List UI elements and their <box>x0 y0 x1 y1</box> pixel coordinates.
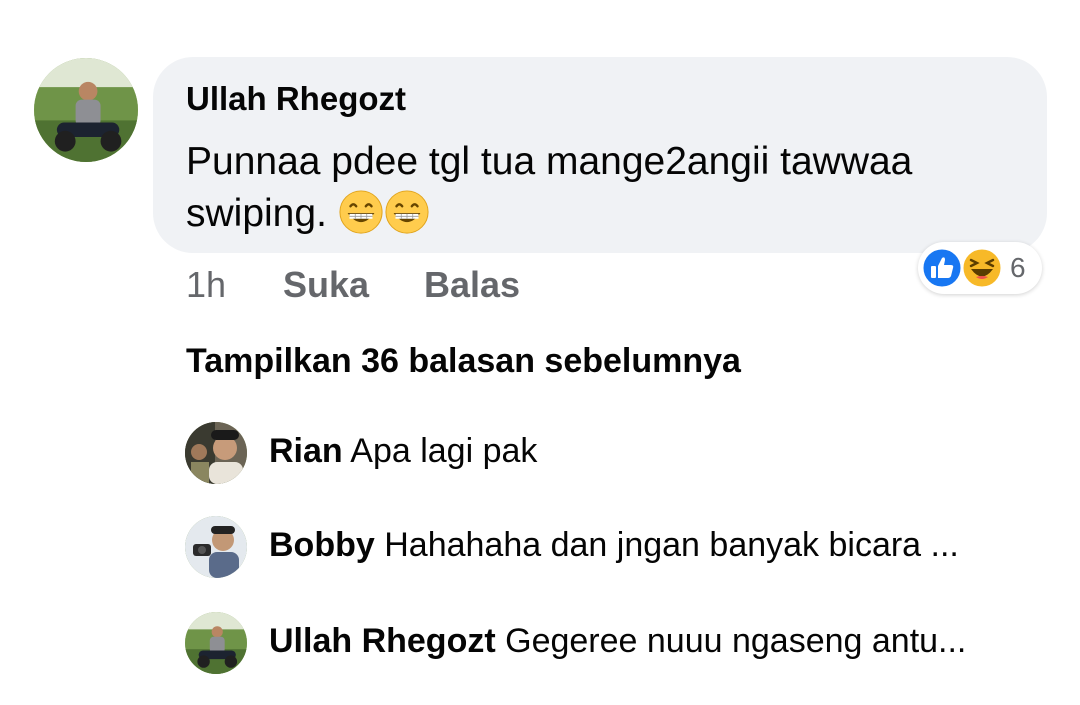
reply-text: Gegeree nuuu ngaseng antu... <box>505 622 967 660</box>
comment-time[interactable]: 1h <box>186 264 226 306</box>
haha-icon <box>960 246 1004 290</box>
reply-author[interactable]: Bobby <box>269 526 375 564</box>
reply-content: Bobby Hahahaha dan jngan banyak bicara .… <box>269 526 959 565</box>
reply-avatar[interactable] <box>185 422 247 484</box>
reply-author[interactable]: Rian <box>269 432 343 470</box>
comment-text: Punnaa pdee tgl tua mange2angii tawwaa s… <box>186 136 1006 240</box>
grinning-face-icon <box>384 189 430 235</box>
comment-author[interactable]: Ullah Rhegozt <box>186 80 406 118</box>
reaction-count: 6 <box>1010 252 1026 283</box>
reply-text: Hahahaha dan jngan banyak bicara ... <box>384 526 959 564</box>
reply-avatar[interactable] <box>185 612 247 674</box>
reply-button[interactable]: Balas <box>424 264 520 306</box>
reactions-summary[interactable]: 6 <box>918 242 1042 294</box>
reply-content: Ullah Rhegozt Gegeree nuuu ngaseng antu.… <box>269 622 966 661</box>
reply-author[interactable]: Ullah Rhegozt <box>269 622 496 660</box>
show-previous-replies-link[interactable]: Tampilkan 36 balasan sebelumnya <box>186 342 741 381</box>
like-button[interactable]: Suka <box>283 264 369 306</box>
commenter-avatar[interactable] <box>34 58 138 162</box>
reply-content: Rian Apa lagi pak <box>269 432 537 471</box>
reply-item[interactable]: Ullah Rhegozt Gegeree nuuu ngaseng antu.… <box>185 612 1065 676</box>
comment-body: Punnaa pdee tgl tua mange2angii tawwaa s… <box>186 140 913 235</box>
like-icon <box>920 246 964 290</box>
reply-text: Apa lagi pak <box>350 432 538 470</box>
reply-avatar[interactable] <box>185 516 247 578</box>
reply-item[interactable]: Bobby Hahahaha dan jngan banyak bicara .… <box>185 516 1065 580</box>
grinning-face-icon <box>338 189 384 235</box>
reply-item[interactable]: Rian Apa lagi pak <box>185 422 1065 486</box>
